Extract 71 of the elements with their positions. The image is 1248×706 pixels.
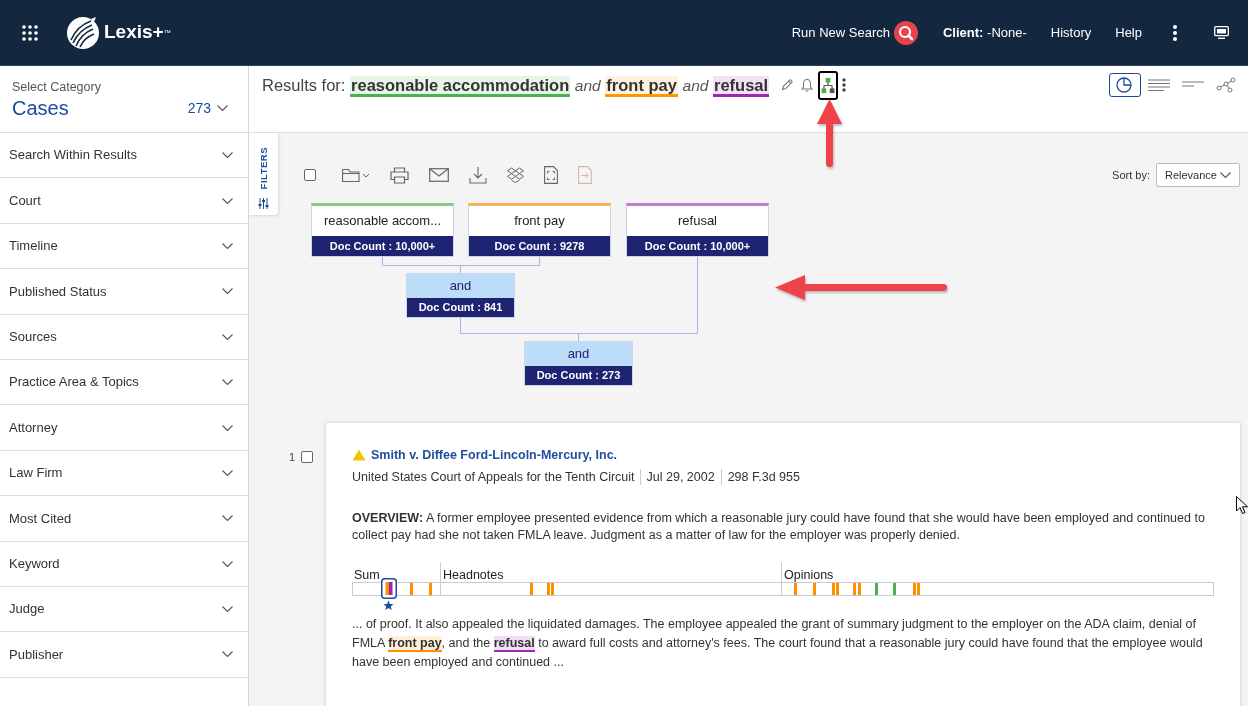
category-name[interactable]: Cases (12, 95, 69, 121)
filters-tab[interactable]: FILTERS (249, 133, 278, 215)
search-icon[interactable] (894, 20, 918, 45)
term-label: front pay (513, 212, 566, 231)
filter-section-header[interactable]: Court (0, 178, 248, 224)
doc-count-label: Doc Count : 9278 (469, 236, 610, 256)
download-icon[interactable] (469, 166, 487, 184)
more-options-icon[interactable] (840, 76, 849, 94)
star-icon (383, 600, 394, 611)
decision-date: Jul 29, 2002 (640, 469, 722, 485)
section-label: Sum (354, 568, 380, 582)
sliders-icon (258, 198, 269, 210)
chevron-down-icon (217, 105, 228, 111)
case-title-link[interactable]: Smith v. Diffee Ford-Lincoln-Mercury, Inc. (371, 445, 618, 465)
section-label: Headnotes (443, 568, 504, 582)
run-new-search-link[interactable]: Run New Search (791, 22, 890, 43)
citation: 298 F.3d 955 (726, 469, 800, 485)
logo-text: Lexis+$^{™}$ (104, 20, 171, 45)
filter-section-header[interactable]: Sources (0, 314, 248, 360)
monitor-icon[interactable] (1214, 26, 1229, 39)
doc-count-label: Doc Count : 10,000+ (312, 236, 453, 256)
select-all-checkbox[interactable] (304, 169, 316, 181)
current-hit-marker[interactable] (381, 578, 397, 599)
query-term-node[interactable]: refusal Doc Count : 10,000+ (626, 203, 769, 257)
filter-section-header[interactable]: Most Cited (0, 496, 248, 542)
hierarchy-icon[interactable] (818, 70, 839, 100)
envelope-icon[interactable] (429, 168, 449, 182)
sort-dropdown[interactable]: Relevance (1156, 163, 1240, 187)
folder-dropdown-icon[interactable] (342, 167, 370, 183)
section-label: Opinions (784, 568, 834, 582)
doc-count-label: Doc Count : 10,000+ (627, 236, 768, 256)
filter-section-header[interactable]: Judge (0, 586, 248, 633)
search-snippet: ... of proof. It also appealed the liquidated damages. The employee appealed the grant of summary judgment to the employer on the ADA claim, denial of FMLA front pay, and the refusal to award full costs and attorney's fees. The court found that a reasonable jury could have found that the employee would have been employed and continued ... (352, 616, 1204, 671)
filter-section-header[interactable]: Law Firm (0, 450, 248, 497)
category-label: Select Category (12, 80, 101, 95)
filter-section-header[interactable]: Keyword (0, 541, 248, 587)
operator-label: and (407, 274, 514, 298)
operator-label: and (525, 342, 632, 366)
category-count-dropdown[interactable]: 273 (187, 97, 228, 119)
result-number: 1 (288, 451, 295, 463)
operator-node[interactable]: and Doc Count : 841 (406, 273, 515, 318)
term-label: reasonable accom... (322, 212, 443, 231)
filter-section-header[interactable]: Search Within Results (0, 133, 248, 179)
printer-icon[interactable] (390, 166, 409, 184)
stacked-diamonds-icon[interactable] (507, 167, 524, 183)
result-checkbox[interactable] (301, 451, 313, 463)
query-term-node[interactable]: front pay Doc Count : 9278 (468, 203, 611, 257)
doc-count-label: Doc Count : 273 (525, 366, 632, 385)
case-overview: OVERVIEW: A former employee presented evidence from which a reasonable jury could have found that she would have been employed and continued to collect pay had she not taken FMLA leave. Judgment as a matter of law for the employer was properly denied. (352, 510, 1206, 544)
chevron-down-icon (1220, 172, 1231, 178)
app-grid-menu-icon[interactable] (22, 24, 38, 41)
nav-link[interactable]: Help (1115, 22, 1142, 43)
pie-chart-icon[interactable] (1109, 73, 1141, 97)
filter-section-header[interactable]: Attorney (0, 405, 248, 451)
logo-icon (65, 15, 101, 50)
filter-section-header[interactable]: Timeline (0, 223, 248, 270)
sort-label: Sort by: (1112, 167, 1150, 183)
term-label: refusal (677, 212, 718, 231)
court-name: United States Court of Appeals for the Tenth Circuit (352, 469, 641, 485)
query-term-node[interactable]: reasonable accom... Doc Count : 10,000+ (311, 203, 454, 257)
filter-section-header[interactable]: Published Status (0, 269, 248, 315)
doc-count-label: Doc Count : 841 (407, 298, 514, 317)
page-frame-icon[interactable] (544, 166, 558, 184)
filter-section-header[interactable]: Practice Area & Topics (0, 359, 248, 406)
operator-node[interactable]: and Doc Count : 273 (524, 341, 633, 386)
nav-link[interactable]: History (1050, 22, 1092, 43)
annotation-arrow (817, 99, 842, 167)
filter-section-header[interactable]: Publisher (0, 632, 248, 678)
results-query-title: Results for: reasonable accommodation and front pay and refusal (262, 72, 770, 98)
more-options-icon[interactable] (1173, 24, 1177, 41)
client-selector[interactable]: Client: -None- (943, 22, 1027, 43)
